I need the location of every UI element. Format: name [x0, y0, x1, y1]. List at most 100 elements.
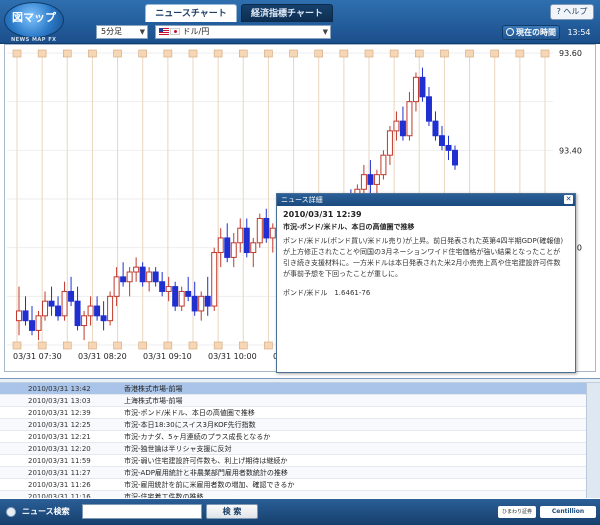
news-marker-icon: [138, 49, 148, 58]
candle-body: [393, 120, 400, 132]
app-logo: 図マップ NEWS MAP FX: [4, 2, 64, 43]
news-marker-icon: [515, 49, 525, 58]
candle-body: [55, 305, 62, 317]
news-marker-icon: [62, 341, 72, 350]
candle-body: [250, 242, 257, 254]
news-marker-icon: [540, 49, 550, 58]
search-label: ニュース検索: [22, 507, 70, 516]
chevron-down-icon: ▼: [322, 28, 328, 36]
currency-pair-select[interactable]: ドル/円 ▼: [155, 25, 331, 39]
candle-body: [139, 266, 146, 283]
candle-body: [432, 120, 439, 137]
candle-body: [367, 174, 374, 185]
search-button[interactable]: 検 索: [206, 504, 258, 519]
news-datetime: 2010/03/31 11:59: [28, 457, 91, 465]
candle-body: [146, 271, 153, 283]
candle-body: [373, 174, 380, 185]
news-marker-icon: [364, 49, 374, 58]
news-marker-icon: [37, 341, 47, 350]
candle-body: [133, 266, 140, 273]
interval-select[interactable]: 5分足 ▼: [96, 25, 148, 39]
candle-body: [48, 300, 55, 307]
news-marker-icon: [238, 341, 248, 350]
popup-date: 2010/03/31 12:39: [283, 210, 362, 219]
search-icon: [6, 507, 16, 517]
candle-body: [399, 120, 406, 137]
jp-flag-icon: [170, 28, 180, 35]
news-list-item[interactable]: 2010/03/31 12:25 市況-本日18:30にスイス3月KOF先行指数: [0, 419, 600, 431]
news-title: 市況-独世論は半リシャ支援に反対: [124, 445, 232, 453]
news-list-item[interactable]: 2010/03/31 11:59 市況-弱い住宅建設許可件数も、利上げ期待は継続か: [0, 455, 600, 467]
current-time-button[interactable]: 現在の時間: [502, 25, 560, 40]
candle-body: [243, 227, 250, 254]
candle-body: [185, 290, 192, 297]
help-button[interactable]: ? ヘルプ: [550, 4, 594, 20]
news-marker-icon: [88, 341, 97, 350]
close-icon[interactable]: ✕: [564, 195, 573, 204]
candle-body: [204, 295, 211, 307]
news-list-item[interactable]: 2010/03/31 13:03 上海株式市場-前場: [0, 395, 600, 407]
news-marker-icon: [213, 341, 223, 350]
news-datetime: 2010/03/31 11:26: [28, 481, 91, 489]
candle-body: [386, 130, 393, 156]
news-title: 市況-住宅着工件数の推移: [124, 493, 204, 498]
news-list-item[interactable]: 2010/03/31 12:20 市況-独世論は半リシャ支援に反対: [0, 443, 600, 455]
tab-news-chart[interactable]: ニュースチャート: [145, 4, 237, 22]
candle-body: [237, 227, 244, 244]
news-rows: 2010/03/31 13:42 香港株式市場-前場 2010/03/31 13:0…: [0, 383, 600, 498]
sponsor-logo-himawari[interactable]: ひまわり証券: [498, 506, 536, 518]
y-axis-tick-label: 93.60: [559, 49, 582, 58]
scrollbar[interactable]: [586, 383, 600, 498]
tab-indicator-chart[interactable]: 経済指標チャート: [241, 4, 333, 22]
news-list-item[interactable]: 2010/03/31 11:27 市況-ADP雇用統計と非農業部門雇用者数統計の推…: [0, 467, 600, 479]
news-marker-icon: [88, 49, 97, 58]
news-list-item[interactable]: 2010/03/31 12:21 市況-カナダ、5ヶ月連続のプラス成長となるか: [0, 431, 600, 443]
x-axis-tick-label: 03/31 10:00: [208, 352, 257, 361]
news-datetime: 2010/03/31 12:25: [28, 421, 91, 429]
news-list-item[interactable]: 2010/03/31 13:42 香港株式市場-前場: [0, 383, 600, 395]
search-input[interactable]: [82, 504, 202, 519]
y-axis-tick-label: 93.40: [559, 146, 582, 155]
sponsor-logo-centillion[interactable]: Centillion: [540, 506, 596, 518]
news-marker-icon: [414, 49, 424, 58]
candle-body: [425, 96, 432, 122]
news-marker-icon: [264, 341, 273, 350]
news-marker-icon: [163, 341, 173, 350]
candle-body: [412, 76, 419, 103]
popup-title: 市況-ポンド/米ドル、本日の高値圏で推移: [283, 223, 415, 231]
candle-body: [61, 290, 68, 317]
bottom-bar: ニュース検索 検 索 ひまわり証券 Centillion: [0, 499, 600, 525]
current-time-value: 13:54: [567, 28, 591, 37]
news-detail-popup: ニュース詳細 ✕ 2010/03/31 12:39 市況-ポンド/米ドル、本日の…: [276, 193, 576, 373]
news-marker-icon: [314, 49, 324, 58]
candle-body: [445, 144, 452, 151]
news-marker-icon: [12, 49, 22, 58]
news-marker-icon: [389, 49, 399, 58]
candle-body: [198, 295, 205, 312]
news-list: 2010/03/31 13:42 香港株式市場-前場 2010/03/31 13:0…: [0, 378, 600, 498]
candle-body: [74, 300, 81, 327]
candle-body: [360, 174, 367, 190]
candle-body: [152, 271, 159, 283]
popup-header: ニュース詳細 ✕: [277, 194, 575, 206]
candle-body: [224, 237, 231, 258]
news-marker-icon: [12, 341, 22, 350]
news-marker-icon: [238, 49, 248, 58]
candle-body: [94, 305, 101, 317]
candle-body: [35, 315, 42, 331]
news-marker-icon: [37, 49, 47, 58]
candle-body: [22, 310, 29, 322]
popup-price: ポンド/米ドル 1.6461-76: [283, 289, 371, 297]
news-list-item[interactable]: 2010/03/31 11:26 市況-雇用統計を前に米雇用者数の増加、確認できる…: [0, 479, 600, 491]
candle-body: [406, 101, 413, 137]
news-marker-icon: [213, 49, 223, 58]
candle-body: [120, 276, 127, 283]
candle-body: [87, 305, 94, 317]
news-list-item[interactable]: 2010/03/31 11:16 市況-住宅着工件数の推移: [0, 491, 600, 498]
news-marker-icon: [138, 341, 148, 350]
candle-body: [107, 295, 114, 322]
news-list-item[interactable]: 2010/03/31 12:39 市況-ポンド/米ドル、本日の高値圏で推移: [0, 407, 600, 419]
candle-body: [42, 300, 49, 317]
news-marker-icon: [113, 49, 122, 58]
news-title: 上海株式市場-前場: [124, 397, 183, 405]
